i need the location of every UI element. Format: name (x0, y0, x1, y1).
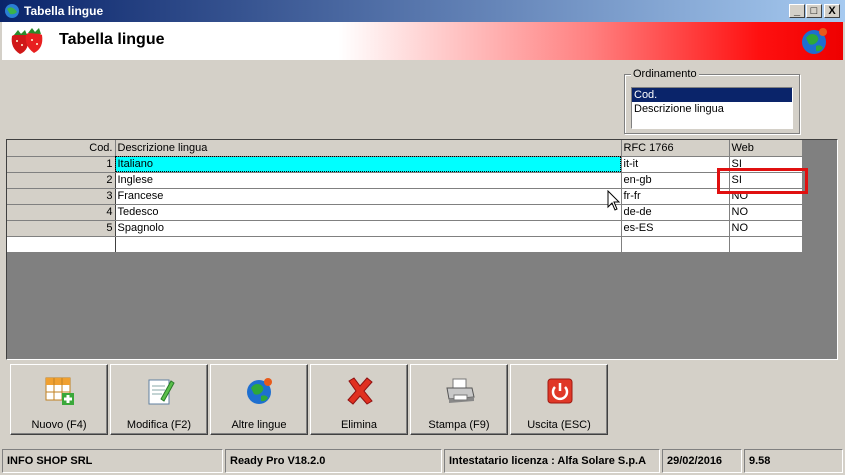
title-bar: Tabella lingue _ □ X (0, 0, 845, 22)
edit-icon (148, 379, 175, 405)
cell-descrizione[interactable]: Francese (115, 188, 622, 205)
col-header-rfc[interactable]: RFC 1766 (621, 140, 730, 157)
window-title: Tabella lingue (24, 4, 104, 18)
cell-rfc[interactable] (621, 236, 730, 253)
table-row[interactable]: 3 Francese fr-fr NO (7, 188, 803, 205)
delete-button[interactable]: Elimina (310, 364, 408, 435)
table-header: Cod. Descrizione lingua RFC 1766 Web (7, 140, 803, 157)
cell-web[interactable]: NO (729, 220, 803, 237)
table-row[interactable]: 1 Italiano it-it SI (7, 156, 803, 173)
table-row[interactable]: 2 Inglese en-gb SI (7, 172, 803, 189)
cell-web[interactable]: NO (729, 204, 803, 221)
app-icon (5, 4, 19, 18)
languages-grid[interactable]: Cod. Descrizione lingua RFC 1766 Web 1 I… (6, 139, 838, 360)
edit-button[interactable]: Modifica (F2) (110, 364, 208, 435)
pointer-cursor (607, 190, 621, 211)
globe-icon (247, 378, 272, 404)
cell-rfc[interactable]: fr-fr (621, 188, 730, 205)
status-license: Intestatario licenza : Alfa Solare S.p.A (444, 449, 660, 473)
sort-group: Ordinamento Cod. Descrizione lingua (624, 68, 800, 134)
cell-cod[interactable]: 1 (7, 156, 116, 173)
col-header-descrizione[interactable]: Descrizione lingua (115, 140, 622, 157)
cell-cod[interactable]: 4 (7, 204, 116, 221)
maximize-button[interactable]: □ (806, 4, 822, 18)
new-grid-icon (45, 377, 74, 405)
cell-cod[interactable]: 2 (7, 172, 116, 189)
delete-x-icon (347, 377, 373, 405)
status-company: INFO SHOP SRL (2, 449, 223, 473)
exit-button[interactable]: Uscita (ESC) (510, 364, 608, 435)
new-button[interactable]: Nuovo (F4) (10, 364, 108, 435)
new-button-label: Nuovo (F4) (31, 419, 87, 431)
table-row[interactable]: 4 Tedesco de-de NO (7, 204, 803, 221)
cell-rfc[interactable]: it-it (621, 156, 730, 173)
close-button[interactable]: X (824, 4, 840, 18)
page-title: Tabella lingue (59, 31, 165, 48)
print-button[interactable]: Stampa (F9) (410, 364, 508, 435)
sort-option-cod[interactable]: Cod. (632, 88, 792, 102)
cell-descrizione[interactable]: Italiano (115, 156, 622, 173)
edit-button-label: Modifica (F2) (126, 419, 192, 431)
col-header-cod[interactable]: Cod. (7, 140, 116, 157)
cell-rfc[interactable]: es-ES (621, 220, 730, 237)
status-version: Ready Pro V18.2.0 (225, 449, 442, 473)
delete-button-label: Elimina (340, 419, 378, 431)
sort-listbox[interactable]: Cod. Descrizione lingua (631, 87, 793, 129)
cell-descrizione[interactable]: Spagnolo (115, 220, 622, 237)
exit-button-label: Uscita (ESC) (527, 419, 591, 431)
cell-descrizione[interactable]: Tedesco (115, 204, 622, 221)
cell-descrizione[interactable]: Inglese (115, 172, 622, 189)
cell-rfc[interactable]: en-gb (621, 172, 730, 189)
sort-option-descrizione[interactable]: Descrizione lingua (632, 102, 792, 116)
minimize-button[interactable]: _ (789, 4, 805, 18)
status-bar: INFO SHOP SRL Ready Pro V18.2.0 Intestat… (0, 447, 845, 475)
table-row[interactable]: 5 Spagnolo es-ES NO (7, 220, 803, 237)
strawberry-icon (11, 28, 43, 54)
col-header-web[interactable]: Web (729, 140, 803, 157)
cell-web[interactable] (729, 236, 803, 253)
header-band: Tabella lingue (2, 22, 843, 60)
other-languages-button[interactable]: Altre lingue (210, 364, 308, 435)
cell-cod[interactable]: 5 (7, 220, 116, 237)
highlight-box (717, 168, 808, 194)
printer-icon (446, 378, 475, 403)
cell-cod[interactable]: 3 (7, 188, 116, 205)
cell-rfc[interactable]: de-de (621, 204, 730, 221)
table-row-empty[interactable] (7, 236, 803, 253)
cell-cod[interactable] (7, 236, 116, 253)
status-date: 29/02/2016 (662, 449, 742, 473)
other-languages-label: Altre lingue (231, 419, 287, 431)
power-icon (547, 378, 573, 404)
print-button-label: Stampa (F9) (428, 419, 490, 431)
globe-icon (802, 28, 827, 54)
sort-legend: Ordinamento (631, 68, 699, 80)
cell-descrizione[interactable] (115, 236, 622, 253)
status-build: 9.58 (744, 449, 843, 473)
